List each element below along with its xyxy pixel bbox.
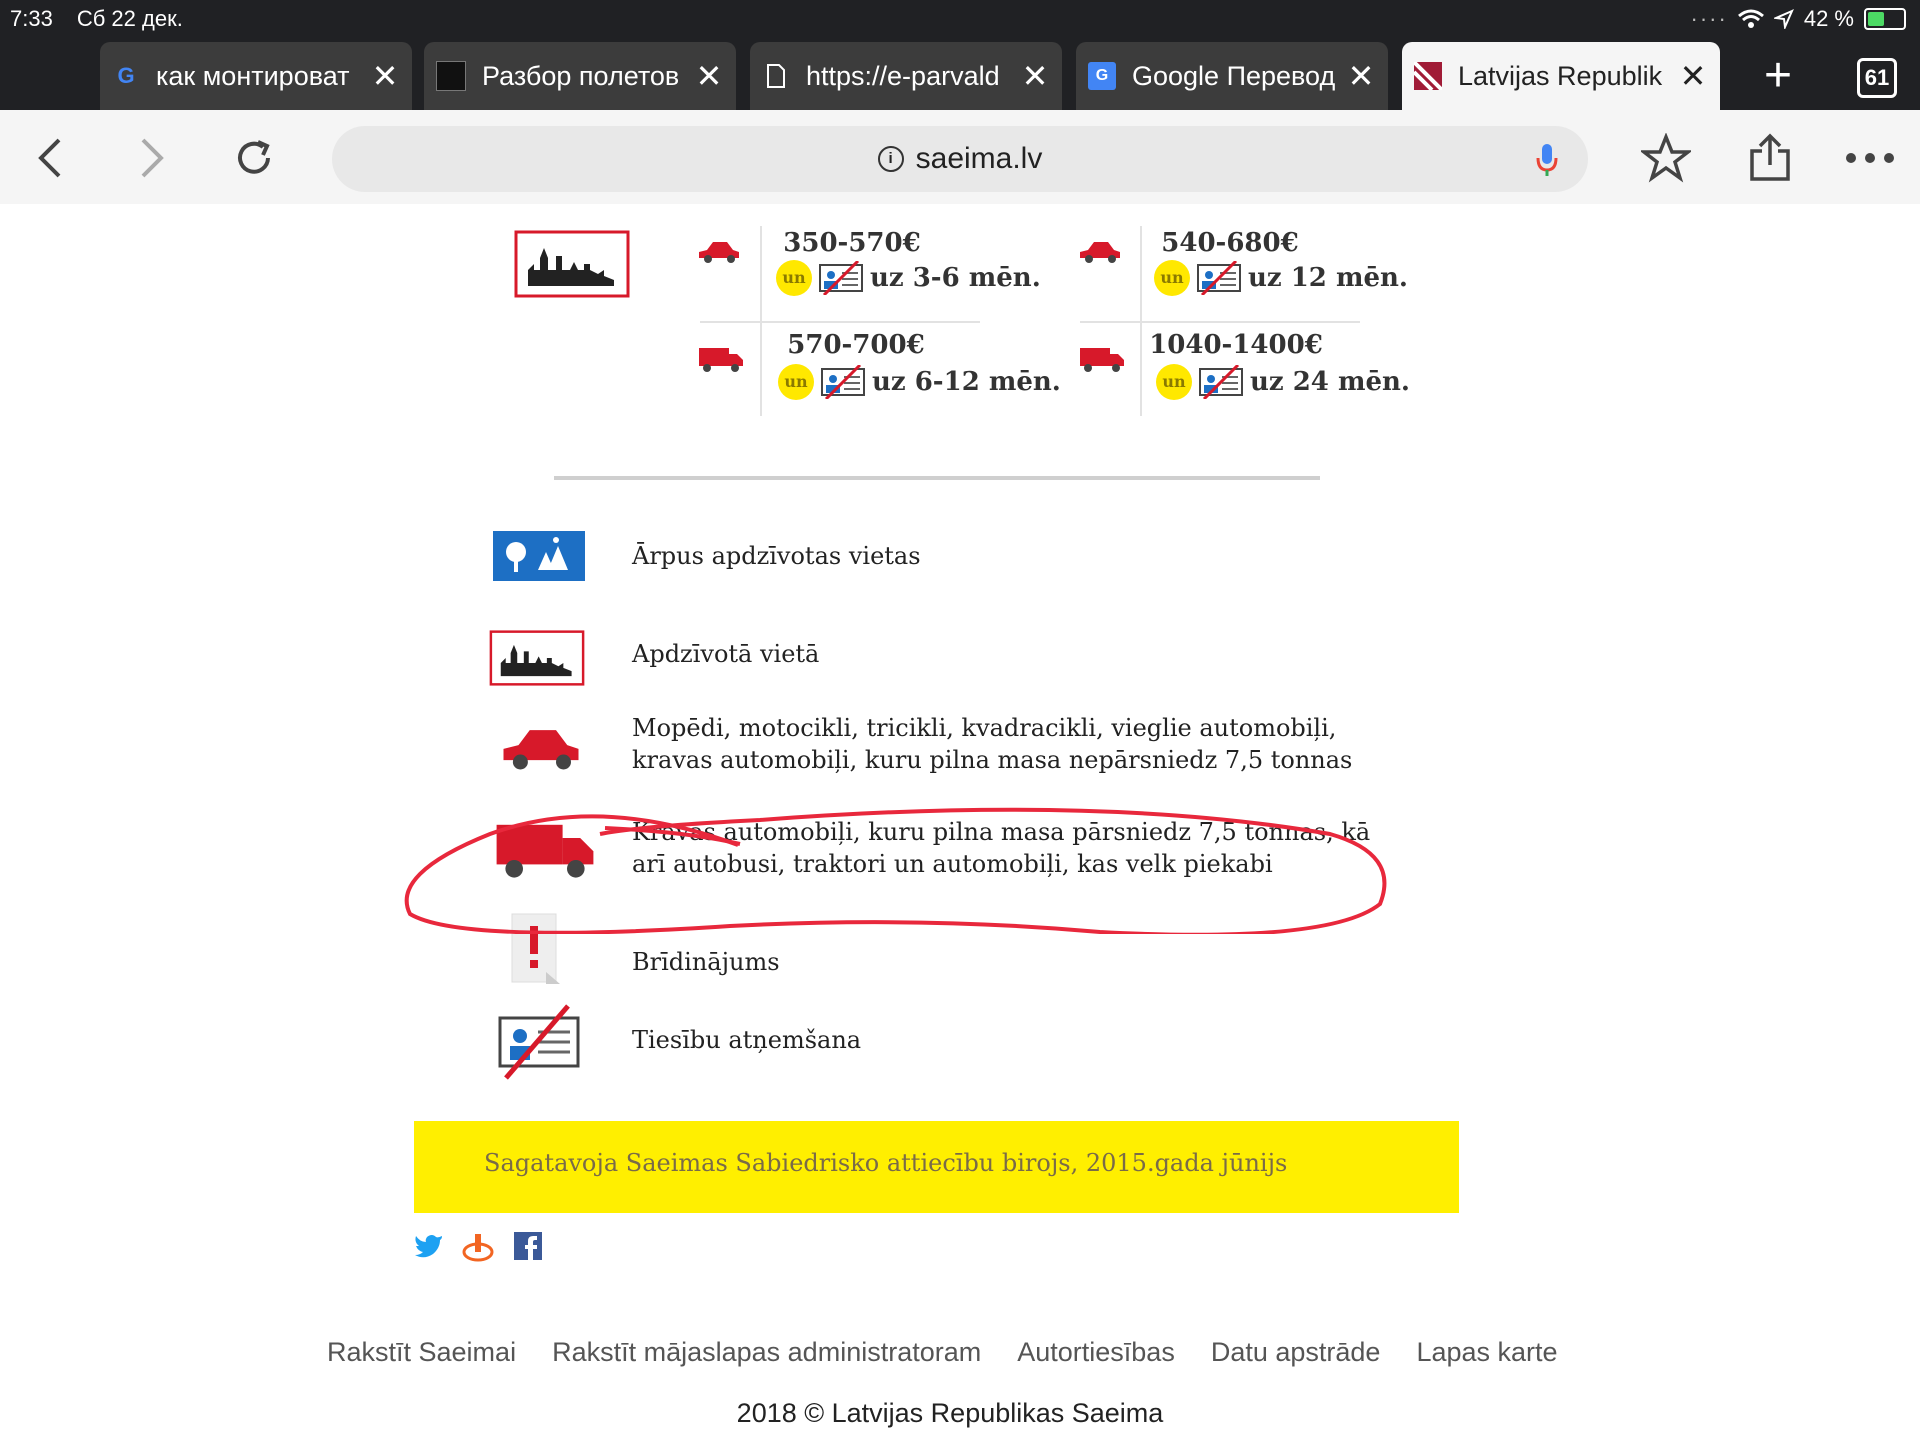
tab-4[interactable]: G Google Перевод ✕ (1076, 42, 1388, 110)
row-divider (1080, 321, 1360, 323)
close-icon[interactable]: ✕ (370, 57, 400, 95)
close-icon[interactable]: ✕ (1678, 57, 1708, 95)
address-bar[interactable]: i saeima.lv (332, 126, 1588, 192)
license-revoked-icon (819, 261, 863, 295)
bookmark-button[interactable] (1638, 130, 1694, 186)
signal-dots-icon: ···· (1690, 6, 1728, 31)
un-badge: un (1156, 364, 1192, 400)
fine-amount: 570-700€ (787, 330, 925, 360)
close-icon[interactable]: ✕ (1020, 57, 1050, 95)
footer-links: Rakstīt Saeimai Rakstīt mājaslapas admin… (327, 1337, 1558, 1368)
truck-icon (1078, 344, 1126, 378)
legend-inside-text: Apdzīvotā vietā (632, 640, 820, 668)
tab-count-button[interactable]: 61 (1857, 58, 1897, 98)
car-icon (695, 238, 743, 268)
car-icon (1076, 238, 1124, 268)
un-badge: un (778, 364, 814, 400)
license-revoked-icon (1199, 365, 1243, 399)
url-text: saeima.lv (915, 142, 1043, 175)
date: Сб 22 дек. (76, 6, 183, 31)
duration-text: uz 24 mēn. (1250, 367, 1410, 397)
star-icon (1641, 133, 1691, 183)
penalty-duration: un uz 6-12 mēn. (778, 364, 1061, 400)
info-icon[interactable]: i (877, 146, 904, 172)
footer-link[interactable]: Lapas karte (1416, 1337, 1557, 1368)
more-dots-icon (1846, 153, 1894, 163)
document-icon (762, 62, 790, 90)
draugiem-icon[interactable] (462, 1232, 494, 1266)
new-tab-button[interactable]: + (1750, 48, 1806, 104)
footer-link[interactable]: Rakstīt mājaslapas administratoram (552, 1337, 981, 1368)
tab-1[interactable]: G как монтироват ✕ (100, 42, 412, 110)
tab-title: Latvijas Republik (1458, 60, 1663, 91)
reload-icon (238, 140, 270, 174)
microphone-icon[interactable] (1536, 142, 1558, 186)
close-icon[interactable]: ✕ (1346, 57, 1376, 95)
row-divider (700, 321, 980, 323)
close-icon[interactable]: ✕ (694, 57, 724, 95)
battery-icon (1864, 8, 1906, 30)
twitter-icon[interactable] (414, 1232, 444, 1262)
duration-text: uz 12 mēn. (1248, 263, 1408, 293)
footer-link[interactable]: Rakstīt Saeimai (327, 1337, 516, 1368)
license-revoked-icon (821, 365, 865, 399)
browser-toolbar: i saeima.lv (0, 110, 1920, 204)
hand-drawn-circle-annotation (404, 807, 1387, 934)
site-icon (436, 61, 466, 91)
tab-title: Google Перевод (1132, 60, 1336, 91)
chevron-left-icon (38, 138, 61, 178)
town-sign-icon (514, 230, 630, 302)
tab-5-active[interactable]: Latvijas Republik ✕ (1402, 42, 1720, 110)
legend-outside-text: Ārpus apdzīvotas vietas (632, 542, 921, 570)
fine-amount: 1040-1400€ (1149, 330, 1323, 360)
back-button[interactable] (22, 130, 78, 186)
license-revoked-icon (496, 1004, 582, 1084)
town-sign-icon (488, 630, 586, 690)
tab-3[interactable]: https://e-parvald ✕ (750, 42, 1062, 110)
battery-percent: 42 % (1803, 6, 1854, 31)
saeima-icon (1414, 62, 1442, 90)
tab-2[interactable]: Разбор полетов ✕ (424, 42, 736, 110)
status-bar: 7:33 Сб 22 дек. ···· 42 % (0, 0, 1920, 38)
copyright-text: 2018 © Latvijas Republikas Saeima (736, 1398, 1164, 1428)
fine-amount: 540-680€ (1161, 228, 1299, 258)
tab-title: Разбор полетов (482, 60, 680, 91)
share-button[interactable] (1742, 130, 1798, 186)
legend-license-text: Tiesību atņemšana (632, 1026, 862, 1054)
un-badge: un (1154, 260, 1190, 296)
truck-icon (697, 344, 745, 378)
outside-town-sign-icon (492, 530, 586, 586)
duration-text: uz 6-12 mēn. (872, 367, 1061, 397)
wifi-icon (1737, 9, 1764, 28)
legend-warning-text: Brīdinājums (632, 948, 780, 976)
duration-text: uz 3-6 mēn. (870, 263, 1041, 293)
tab-title: https://e-parvald (806, 60, 1000, 91)
google-translate-icon: G (1088, 62, 1116, 90)
reload-button[interactable] (226, 130, 282, 186)
section-divider (554, 476, 1320, 480)
share-icon (1750, 133, 1790, 181)
page-content: 350-570€ un uz 3-6 mēn. 540-680€ un uz 1… (0, 204, 1920, 1440)
clock: 7:33 (10, 6, 53, 31)
license-revoked-icon (1197, 261, 1241, 295)
footer-link[interactable]: Datu apstrāde (1211, 1337, 1381, 1368)
chevron-right-icon (141, 138, 164, 178)
more-menu-button[interactable] (1842, 130, 1898, 186)
facebook-icon[interactable] (514, 1232, 542, 1264)
penalty-duration: un uz 3-6 mēn. (776, 260, 1041, 296)
tab-strip: G как монтироват ✕ Разбор полетов ✕ http… (0, 38, 1920, 110)
credits-banner: Sagatavoja Saeimas Sabiedrisko attiecību… (414, 1121, 1459, 1213)
footer-link[interactable]: Autortiesības (1017, 1337, 1175, 1368)
penalty-duration: un uz 12 mēn. (1154, 260, 1408, 296)
banner-text: Sagatavoja Saeimas Sabiedrisko attiecību… (484, 1149, 1288, 1177)
google-icon: G (117, 63, 135, 88)
penalty-duration: un uz 24 mēn. (1156, 364, 1410, 400)
fine-amount: 350-570€ (783, 228, 921, 258)
un-badge: un (776, 260, 812, 296)
tab-title: как монтироват (156, 60, 350, 91)
forward-button[interactable] (124, 130, 180, 186)
location-arrow-icon (1773, 9, 1794, 29)
